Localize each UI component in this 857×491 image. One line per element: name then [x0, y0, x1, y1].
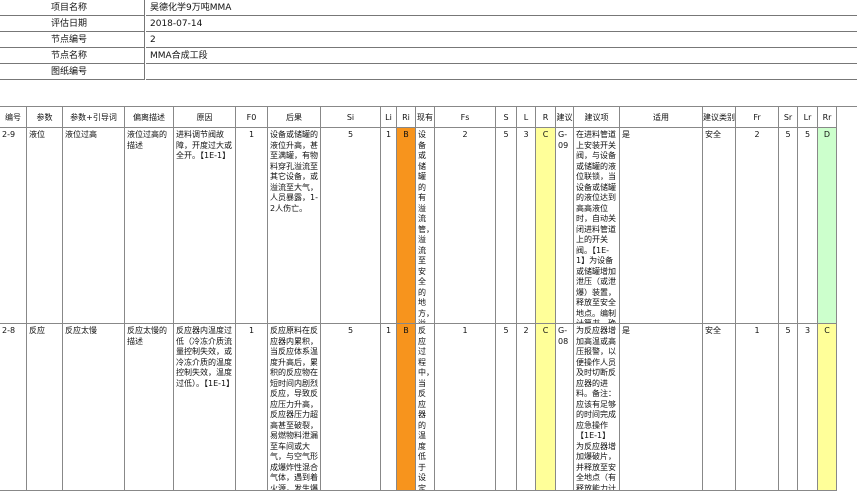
header-measures: 现有措施 [416, 107, 435, 128]
info-row-node-name: 节点名称 MMA合成工段 [0, 48, 857, 64]
header-suggestion: 建议项 [574, 107, 620, 128]
cell-lr[interactable]: 3 [798, 324, 818, 491]
cell-fs[interactable]: 1 [435, 324, 496, 491]
cell-deviation[interactable]: 反应太慢的描述 [125, 324, 174, 491]
cell-param[interactable]: 反应 [27, 324, 63, 491]
cell-id[interactable]: 2-9 [0, 128, 27, 324]
header-deviation: 偏离描述 [125, 107, 174, 128]
cell-param[interactable]: 液位 [27, 128, 63, 324]
header-sugg_id: 建议编号 [556, 107, 574, 128]
cell-ri[interactable]: B [397, 324, 416, 491]
header-l: L [517, 107, 536, 128]
info-label: 节点名称 [0, 48, 145, 64]
info-label: 节点编号 [0, 32, 145, 48]
cell-cause[interactable]: 反应器内温度过低（冷冻介质流量控制失效，或冷冻介质的温度控制失效，温度过低）。【… [174, 324, 236, 491]
cell-guide[interactable]: 液位过高 [63, 128, 125, 324]
info-value[interactable]: 2018-07-14 [146, 16, 857, 32]
header-id: 编号 [0, 107, 27, 128]
cell-suggestion[interactable]: 在进料管道上安装开关阀，与设备或储罐的液位联锁，当设备或储罐的液位达到高高液位时… [574, 128, 620, 324]
cell-deviation[interactable]: 液位过高的描述 [125, 128, 174, 324]
cell-suggestion[interactable]: 为反应器增加高温或高压报警，以便操作人员及时切断反应器的进料。备注：应该有足够的… [574, 324, 620, 491]
cell-guide[interactable]: 反应太慢 [63, 324, 125, 491]
info-value[interactable]: 昊德化学9万吨MMA [146, 0, 857, 16]
cell-fr[interactable]: 1 [736, 324, 779, 491]
header-s: S [496, 107, 517, 128]
cell-sr[interactable]: 5 [779, 128, 798, 324]
cell-category[interactable]: 安全 [703, 128, 736, 324]
cell-ri[interactable]: B [397, 128, 416, 324]
cell-f0[interactable]: 1 [236, 324, 268, 491]
cell-rr[interactable]: C [818, 324, 837, 491]
cell-sr[interactable]: 5 [779, 324, 798, 491]
cell-cause[interactable]: 进料调节阀故障，开度过大或全开。【1E-1】 [174, 128, 236, 324]
cell-lr[interactable]: 5 [798, 128, 818, 324]
cell-applicable[interactable]: 是 [620, 128, 703, 324]
info-label: 评估日期 [0, 16, 145, 32]
cell-applicable[interactable]: 是 [620, 324, 703, 491]
header-rr: Rr [818, 107, 837, 128]
header-si: Si [321, 107, 381, 128]
info-value[interactable]: MMA合成工段 [146, 48, 857, 64]
cell-si[interactable]: 5 [321, 324, 381, 491]
info-row-drawing: 图纸编号 [0, 64, 857, 80]
header-fs: Fs [435, 107, 496, 128]
header-ri: Ri [397, 107, 416, 128]
cell-li[interactable]: 1 [381, 324, 397, 491]
header-li: Li [381, 107, 397, 128]
cell-l[interactable]: 2 [517, 324, 536, 491]
header-r: R [536, 107, 556, 128]
cell-si[interactable]: 5 [321, 128, 381, 324]
info-value[interactable] [146, 64, 857, 80]
cell-r[interactable]: C [536, 324, 556, 491]
cell-fr[interactable]: 2 [736, 128, 779, 324]
cell-s[interactable]: 5 [496, 324, 517, 491]
cell-l[interactable]: 3 [517, 128, 536, 324]
info-row-node-id: 节点编号 2 [0, 32, 857, 48]
info-value[interactable]: 2 [146, 32, 857, 48]
header-f0: F0 [236, 107, 268, 128]
cell-sugg_id[interactable]: G-09 [556, 128, 574, 324]
header-applicable: 适用 [620, 107, 703, 128]
header-lr: Lr [798, 107, 818, 128]
cell-sugg_id[interactable]: G-08 [556, 324, 574, 491]
header-param: 参数 [27, 107, 63, 128]
cell-rr[interactable]: D [818, 128, 837, 324]
info-row-date: 评估日期 2018-07-14 [0, 16, 857, 32]
cell-f0[interactable]: 1 [236, 128, 268, 324]
cell-s[interactable]: 5 [496, 128, 517, 324]
cell-measures[interactable]: 反应过程中，当反应器的温度低于设定温度值时，自动联锁切断反应器的进料。【1E-1… [416, 324, 435, 491]
header-sr: Sr [779, 107, 798, 128]
info-label: 图纸编号 [0, 64, 145, 80]
cell-consequence[interactable]: 设备或储罐的液位升高，甚至满罐，有物料穿孔溢流至其它设备，或溢流至大气，人员暴露… [268, 128, 321, 324]
cell-li[interactable]: 1 [381, 128, 397, 324]
cell-r[interactable]: C [536, 128, 556, 324]
header-cause: 原因 [174, 107, 236, 128]
header-category: 建议类别 [703, 107, 736, 128]
header-fr: Fr [736, 107, 779, 128]
cell-fs[interactable]: 2 [435, 128, 496, 324]
info-row-project: 项目名称 昊德化学9万吨MMA [0, 0, 857, 16]
cell-category[interactable]: 安全 [703, 324, 736, 491]
cell-consequence[interactable]: 反应原料在反应器内累积，当反应体系温度升高后，累积的反应物在短时间内剧烈反应，导… [268, 324, 321, 491]
hazop-table: 编号参数参数+引导词偏离描述原因F0后果SiLiRi现有措施FsSLR建议编号建… [0, 106, 857, 491]
info-label: 项目名称 [0, 0, 145, 16]
header-consequence: 后果 [268, 107, 321, 128]
header-guide: 参数+引导词 [63, 107, 125, 128]
cell-id[interactable]: 2-8 [0, 324, 27, 491]
cell-measures[interactable]: 设备或储罐的有溢流管，溢流至安全的地方，溢流管的尺寸足够大，并且不会堵塞。【1E… [416, 128, 435, 324]
